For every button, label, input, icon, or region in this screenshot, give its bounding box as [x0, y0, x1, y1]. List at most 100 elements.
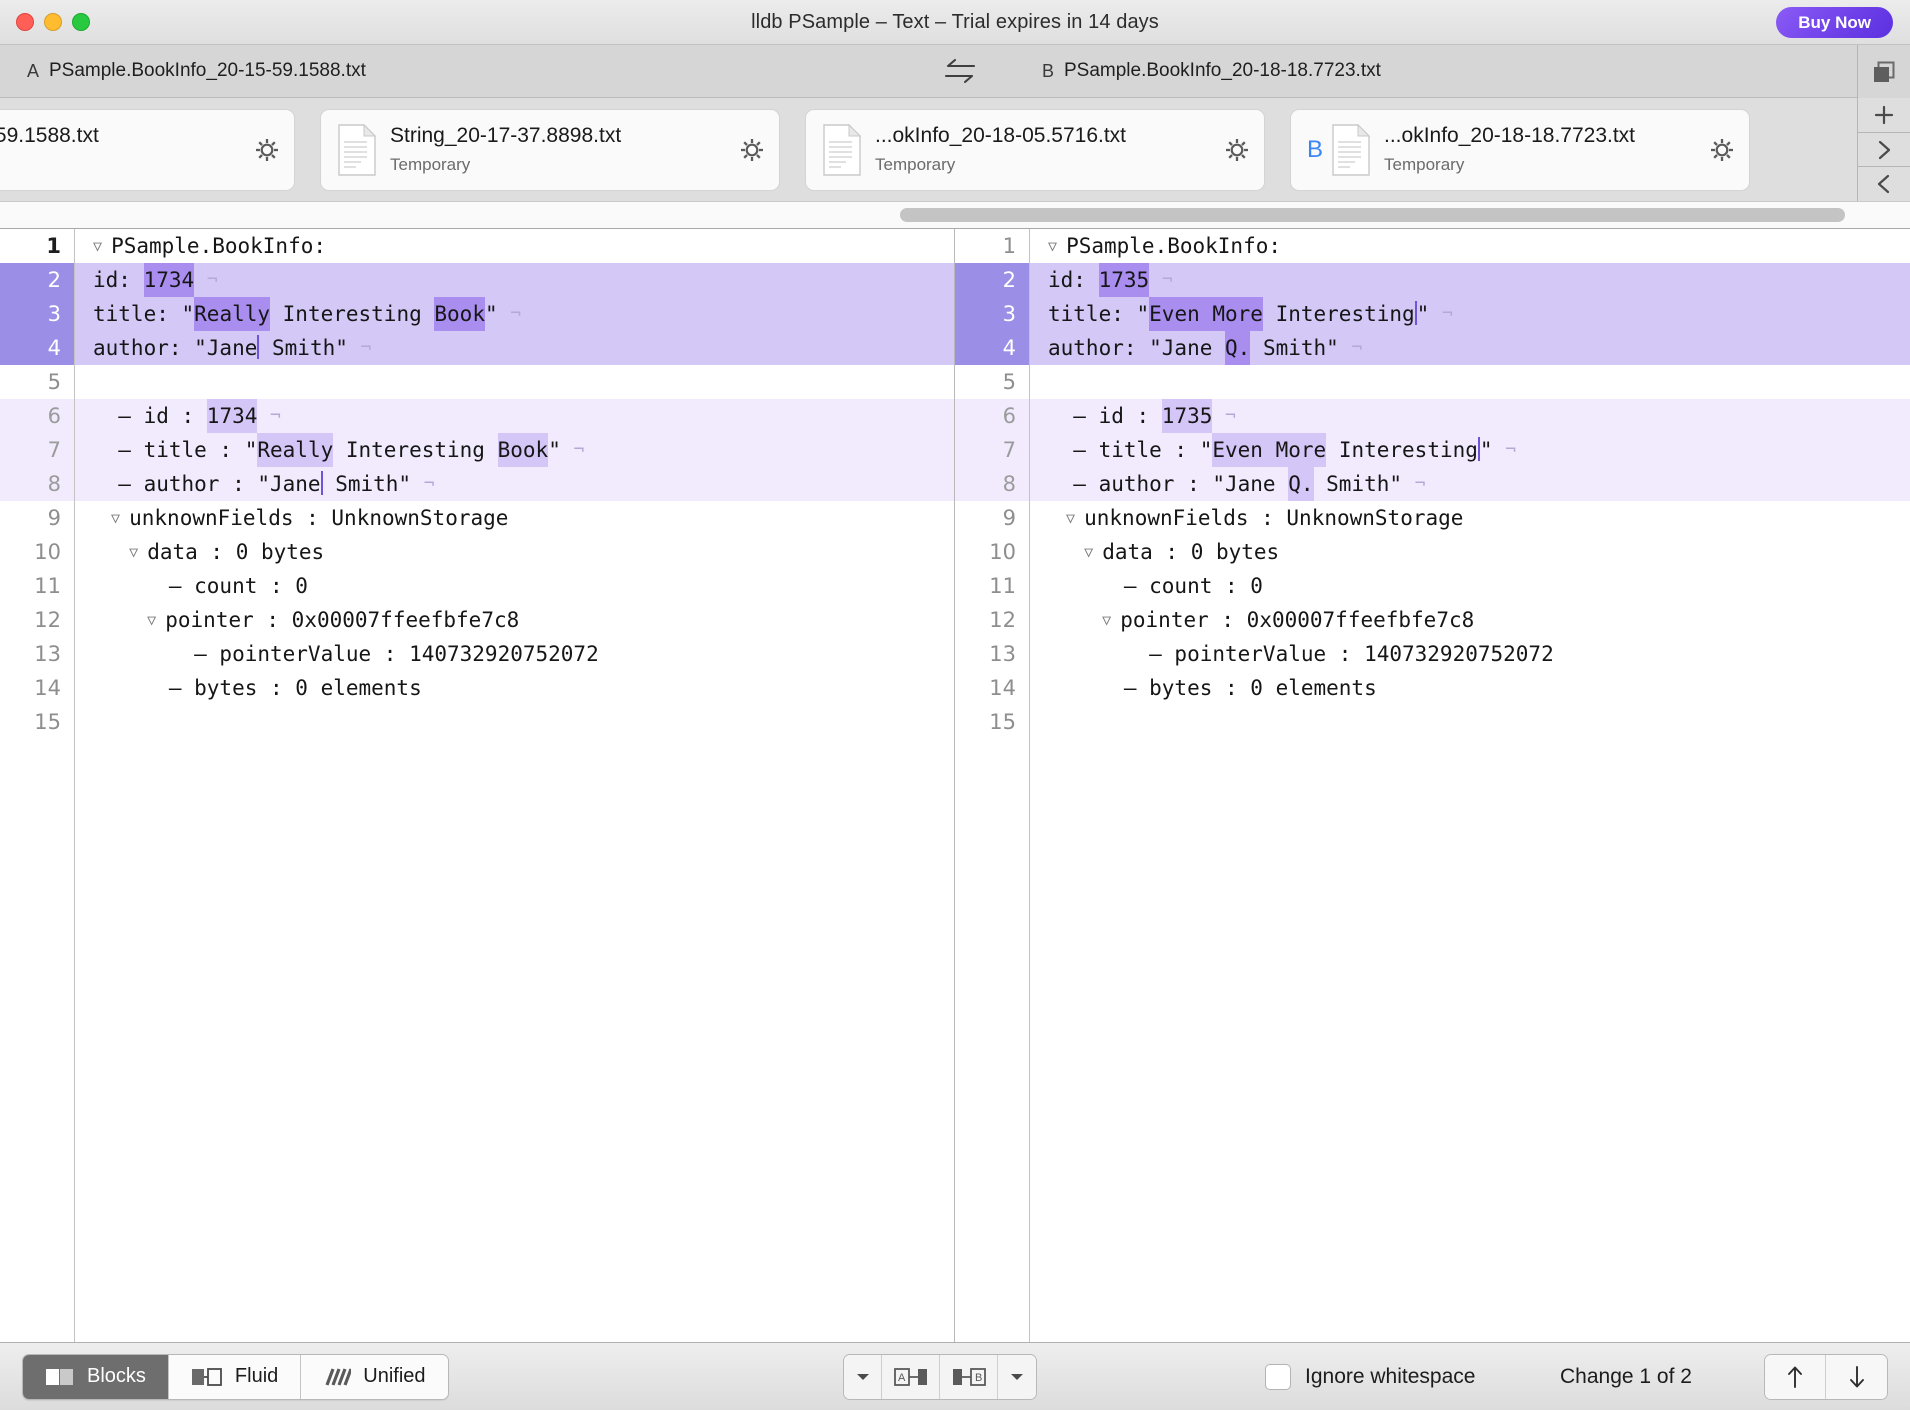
line-number-right-10: 10 [955, 535, 1029, 569]
code-text: – pointerValue : 140732920752072 [1048, 637, 1554, 671]
ignore-whitespace-checkbox[interactable]: Ignore whitespace [1265, 1364, 1475, 1390]
code-text: – author : "Jane [93, 467, 321, 501]
minimize-window-button[interactable] [44, 13, 62, 31]
line-ending-marker-icon: ¬ [207, 263, 218, 297]
merge-options-left-dropdown[interactable] [844, 1355, 882, 1399]
code-line-left-11[interactable]: – count : 0 [75, 569, 954, 603]
file-tab-3[interactable]: B ...okInfo_20-18-18.7723.txt Temporary [1290, 109, 1750, 191]
code-line-right-3[interactable]: title: "Even More Interesting" ¬ [1030, 297, 1910, 331]
code-text: pointer : 0x00007ffeefbfe7c8 [1120, 603, 1474, 637]
code-text: Smith" [323, 467, 424, 501]
file-b-header[interactable]: B PSample.BookInfo_20-18-18.7723.txt [1042, 60, 1381, 82]
add-tab-button[interactable] [1858, 98, 1910, 133]
bottom-toolbar: Blocks Fluid [0, 1342, 1910, 1410]
code-line-left-9[interactable]: ▽ unknownFields : UnknownStorage [75, 501, 954, 535]
code-line-left-10[interactable]: ▽ data : 0 bytes [75, 535, 954, 569]
blocks-view-icon [45, 1367, 75, 1387]
code-line-right-4[interactable]: author: "Jane Q. Smith" ¬ [1030, 331, 1910, 365]
code-area-b[interactable]: ▽ PSample.BookInfo:id: 1735 ¬title: "Eve… [1030, 229, 1910, 1342]
code-line-left-5[interactable] [75, 365, 954, 399]
change-nav-buttons [1764, 1354, 1888, 1400]
code-line-right-2[interactable]: id: 1735 ¬ [1030, 263, 1910, 297]
code-line-right-9[interactable]: ▽ unknownFields : UnknownStorage [1030, 501, 1910, 535]
code-text: unknownFields : UnknownStorage [129, 501, 508, 535]
code-line-left-13[interactable]: – pointerValue : 140732920752072 [75, 637, 954, 671]
line-ending-marker-icon: ¬ [1225, 399, 1236, 433]
file-tab-0[interactable]: fo_20-15-59.1588.txt ary [0, 109, 295, 191]
diff-token-highlight: 1735 [1099, 263, 1150, 297]
close-window-button[interactable] [16, 13, 34, 31]
diff-pane-b[interactable]: 123456789101112131415 ▽ PSample.BookInfo… [955, 229, 1910, 1342]
window-title: lldb PSample – Text – Trial expires in 1… [0, 11, 1910, 34]
line-ending-marker-icon: ¬ [1162, 263, 1173, 297]
code-line-left-3[interactable]: title: "Really Interesting Book" ¬ [75, 297, 954, 331]
next-change-button[interactable] [1826, 1355, 1887, 1399]
overlapping-squares-icon[interactable] [1857, 45, 1910, 98]
copy-a-to-b-icon[interactable]: A [882, 1355, 940, 1399]
line-number-left-1: 1 [0, 229, 74, 263]
code-text: – bytes : 0 elements [93, 671, 422, 705]
diff-token-highlight: Q. [1225, 331, 1250, 365]
code-line-right-12[interactable]: ▽ pointer : 0x00007ffeefbfe7c8 [1030, 603, 1910, 637]
gear-icon[interactable] [254, 137, 280, 163]
code-line-left-7[interactable]: – title : "Really Interesting Book" ¬ [75, 433, 954, 467]
zoom-window-button[interactable] [72, 13, 90, 31]
code-text: Interesting [270, 297, 434, 331]
line-number-right-4: 4 [955, 331, 1029, 365]
code-text: – author : "Jane [1048, 467, 1288, 501]
swap-arrows-icon[interactable] [940, 57, 980, 85]
code-line-left-4[interactable]: author: "Jane Smith" ¬ [75, 331, 954, 365]
code-text: Smith" [259, 331, 360, 365]
code-text [1212, 399, 1225, 433]
code-line-left-15[interactable] [75, 705, 954, 739]
file-tab-1[interactable]: String_20-17-37.8898.txt Temporary [320, 109, 780, 191]
line-number-left-3: 3 [0, 297, 74, 331]
tabs-horizontal-scrollbar-thumb[interactable] [900, 208, 1845, 222]
code-line-right-7[interactable]: – title : "Even More Interesting" ¬ [1030, 433, 1910, 467]
gear-icon[interactable] [739, 137, 765, 163]
gear-icon[interactable] [1709, 137, 1735, 163]
view-mode-unified[interactable]: Unified [301, 1355, 447, 1399]
code-line-left-12[interactable]: ▽ pointer : 0x00007ffeefbfe7c8 [75, 603, 954, 637]
code-text: – count : 0 [93, 569, 308, 603]
view-mode-blocks[interactable]: Blocks [23, 1355, 169, 1399]
code-text: – count : 0 [1048, 569, 1263, 603]
file-a-header[interactable]: A PSample.BookInfo_20-15-59.1588.txt [27, 60, 366, 82]
previous-change-button[interactable] [1765, 1355, 1826, 1399]
code-text: – title : " [1048, 433, 1212, 467]
code-line-right-8[interactable]: – author : "Jane Q. Smith" ¬ [1030, 467, 1910, 501]
code-line-left-1[interactable]: ▽ PSample.BookInfo: [75, 229, 954, 263]
ignore-whitespace-checkbox-box[interactable] [1265, 1364, 1291, 1390]
code-line-left-8[interactable]: – author : "Jane Smith" ¬ [75, 467, 954, 501]
code-line-right-13[interactable]: – pointerValue : 140732920752072 [1030, 637, 1910, 671]
code-line-right-11[interactable]: – count : 0 [1030, 569, 1910, 603]
line-ending-marker-icon: ¬ [270, 399, 281, 433]
merge-options-right-dropdown[interactable] [998, 1355, 1036, 1399]
code-area-a[interactable]: ▽ PSample.BookInfo:id: 1734 ¬title: "Rea… [75, 229, 954, 1342]
line-number-right-13: 13 [955, 637, 1029, 671]
copy-b-to-a-icon[interactable]: B [940, 1355, 998, 1399]
line-number-right-8: 8 [955, 467, 1029, 501]
ab-file-header-bar: A PSample.BookInfo_20-15-59.1588.txt B P… [0, 45, 1910, 98]
document-icon [1331, 124, 1371, 176]
disclosure-triangle-icon: ▽ [1048, 535, 1102, 569]
line-number-left-13: 13 [0, 637, 74, 671]
gear-icon[interactable] [1224, 137, 1250, 163]
code-line-right-15[interactable] [1030, 705, 1910, 739]
code-line-right-10[interactable]: ▽ data : 0 bytes [1030, 535, 1910, 569]
code-line-left-6[interactable]: – id : 1734 ¬ [75, 399, 954, 433]
diff-pane-a[interactable]: 123456789101112131415 ▽ PSample.BookInfo… [0, 229, 955, 1342]
buy-now-button[interactable]: Buy Now [1776, 7, 1893, 38]
file-tab-2[interactable]: ...okInfo_20-18-05.5716.txt Temporary [805, 109, 1265, 191]
code-line-right-6[interactable]: – id : 1735 ¬ [1030, 399, 1910, 433]
tabs-horizontal-scrollbar-track[interactable] [0, 202, 1910, 229]
code-line-left-2[interactable]: id: 1734 ¬ [75, 263, 954, 297]
chevron-right-icon[interactable] [1858, 133, 1910, 168]
code-line-left-14[interactable]: – bytes : 0 elements [75, 671, 954, 705]
code-line-right-1[interactable]: ▽ PSample.BookInfo: [1030, 229, 1910, 263]
view-mode-fluid[interactable]: Fluid [169, 1355, 301, 1399]
code-line-right-14[interactable]: – bytes : 0 elements [1030, 671, 1910, 705]
file-tabs-scroller[interactable]: fo_20-15-59.1588.txt ary [0, 98, 1857, 201]
chevron-left-icon[interactable] [1858, 167, 1910, 201]
code-line-right-5[interactable] [1030, 365, 1910, 399]
